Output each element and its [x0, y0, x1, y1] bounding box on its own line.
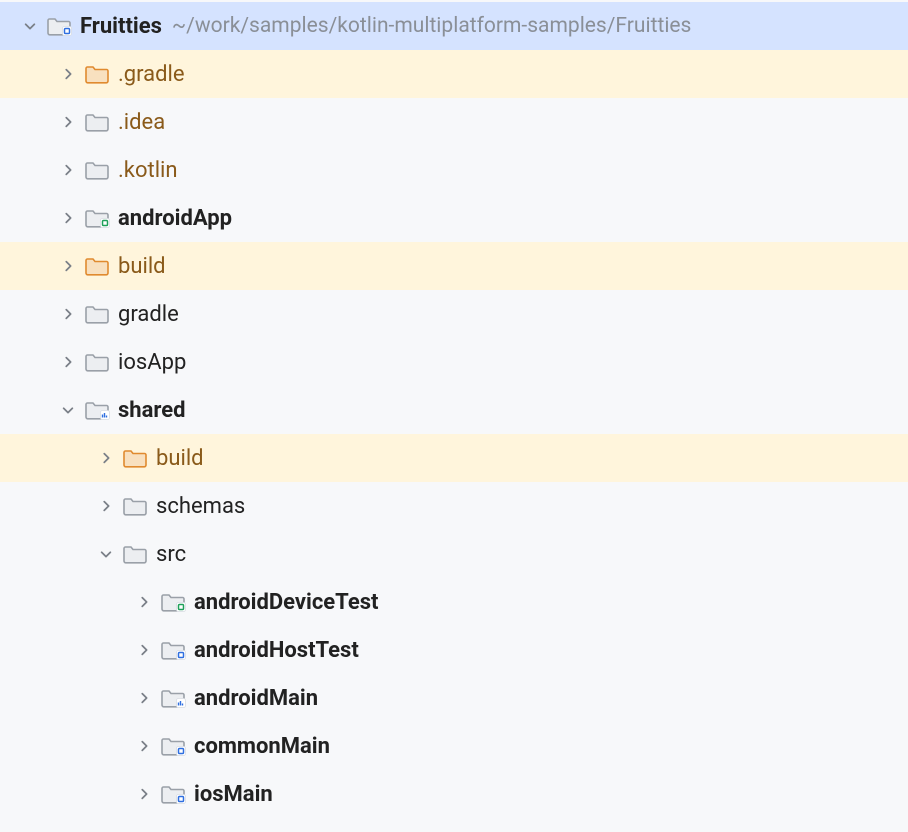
chevron-down-icon[interactable] — [92, 547, 120, 561]
project-tree: Fruitties ~/work/samples/kotlin-multiplat… — [0, 0, 908, 818]
folder-icon — [158, 639, 188, 661]
tree-row[interactable]: .gradle — [0, 50, 908, 98]
tree-item-path: ~/work/samples/kotlin-multiplatform-samp… — [172, 14, 692, 38]
chevron-right-icon[interactable] — [54, 115, 82, 129]
tree-item-label: iosApp — [118, 350, 186, 375]
tree-item-label: schemas — [156, 494, 245, 519]
chevron-right-icon[interactable] — [54, 307, 82, 321]
tree-item-label: iosMain — [194, 782, 273, 807]
chevron-down-icon[interactable] — [16, 19, 44, 33]
chevron-right-icon[interactable] — [130, 643, 158, 657]
chevron-right-icon[interactable] — [92, 499, 120, 513]
tree-row[interactable]: androidMain — [0, 674, 908, 722]
tree-row[interactable]: build — [0, 242, 908, 290]
tree-row[interactable]: androidDeviceTest — [0, 578, 908, 626]
tree-row[interactable]: build — [0, 434, 908, 482]
chevron-right-icon[interactable] — [54, 163, 82, 177]
tree-row[interactable]: androidHostTest — [0, 626, 908, 674]
chevron-right-icon[interactable] — [92, 451, 120, 465]
tree-item-label: androidHostTest — [194, 638, 359, 663]
folder-icon — [120, 543, 150, 565]
folder-icon — [158, 591, 188, 613]
chevron-right-icon[interactable] — [130, 787, 158, 801]
tree-item-label: .gradle — [118, 62, 185, 87]
tree-row[interactable]: schemas — [0, 482, 908, 530]
tree-item-label: gradle — [118, 302, 179, 327]
tree-row[interactable]: gradle — [0, 290, 908, 338]
folder-icon — [82, 111, 112, 133]
folder-icon — [82, 399, 112, 421]
tree-item-label: build — [118, 254, 166, 279]
chevron-down-icon[interactable] — [54, 403, 82, 417]
tree-item-label: .kotlin — [118, 158, 178, 183]
chevron-right-icon[interactable] — [130, 739, 158, 753]
tree-item-label: commonMain — [194, 734, 330, 759]
tree-item-label: Fruitties — [80, 14, 162, 39]
tree-item-label: androidMain — [194, 686, 318, 711]
folder-icon — [82, 159, 112, 181]
chevron-right-icon[interactable] — [54, 355, 82, 369]
folder-icon — [82, 351, 112, 373]
folder-icon — [82, 303, 112, 325]
folder-icon — [158, 687, 188, 709]
folder-icon — [120, 447, 150, 469]
tree-row[interactable]: commonMain — [0, 722, 908, 770]
tree-row[interactable]: androidApp — [0, 194, 908, 242]
tree-item-label: src — [156, 542, 186, 567]
tree-item-label: androidDeviceTest — [194, 590, 378, 615]
tree-row[interactable]: .idea — [0, 98, 908, 146]
folder-icon — [44, 15, 74, 37]
chevron-right-icon[interactable] — [54, 67, 82, 81]
tree-item-label: androidApp — [118, 206, 232, 231]
tree-row[interactable]: iosApp — [0, 338, 908, 386]
tree-item-label: .idea — [118, 110, 165, 135]
chevron-right-icon[interactable] — [130, 691, 158, 705]
tree-row[interactable]: .kotlin — [0, 146, 908, 194]
chevron-right-icon[interactable] — [54, 211, 82, 225]
tree-row[interactable]: src — [0, 530, 908, 578]
chevron-right-icon[interactable] — [54, 259, 82, 273]
tree-row[interactable]: iosMain — [0, 770, 908, 818]
tree-row[interactable]: shared — [0, 386, 908, 434]
tree-item-label: shared — [118, 398, 186, 423]
folder-icon — [158, 735, 188, 757]
tree-row[interactable]: Fruitties ~/work/samples/kotlin-multiplat… — [0, 2, 908, 50]
folder-icon — [82, 255, 112, 277]
folder-icon — [120, 495, 150, 517]
folder-icon — [82, 207, 112, 229]
folder-icon — [158, 783, 188, 805]
chevron-right-icon[interactable] — [130, 595, 158, 609]
tree-item-label: build — [156, 446, 204, 471]
folder-icon — [82, 63, 112, 85]
